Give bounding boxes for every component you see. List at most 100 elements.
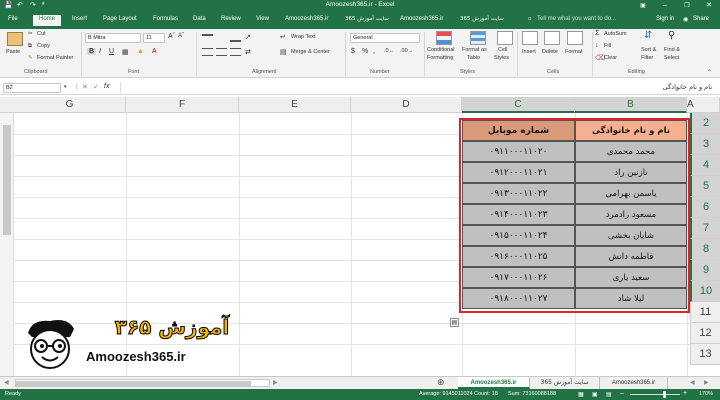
align-left-icon[interactable] <box>202 48 213 56</box>
format-as-label[interactable]: Format as <box>462 47 487 53</box>
formula-input[interactable]: نام و نام خانوادگی <box>120 82 718 93</box>
column-header-g[interactable]: G <box>14 97 126 113</box>
row-header-11[interactable]: 11 <box>690 302 720 323</box>
sort-filter-icon[interactable]: ⇵ <box>644 30 652 41</box>
tab-custom-2[interactable]: سایت آموزش 365 <box>345 16 389 22</box>
tab-custom-1[interactable]: Amoozesh365.ir <box>285 16 328 22</box>
sheet-tab[interactable]: سایت آموزش 365 <box>530 377 600 389</box>
sheet-nav-prev-icon[interactable]: ◀ <box>690 379 695 386</box>
fill-button[interactable]: Fill <box>604 43 611 49</box>
sign-in-link[interactable]: Sign in <box>656 16 674 22</box>
merge-icon[interactable]: ▤ <box>280 48 287 56</box>
tab-page-layout[interactable]: Page Layout <box>103 16 137 22</box>
styles-button-label[interactable]: Styles <box>494 55 509 61</box>
paste-icon[interactable] <box>7 32 23 46</box>
zoom-in-icon[interactable]: + <box>683 390 687 397</box>
function-icon[interactable]: fx <box>104 83 109 90</box>
confirm-entry-icon[interactable]: ✓ <box>93 83 99 91</box>
copy-icon[interactable]: ⧉ <box>28 43 32 50</box>
insert-button[interactable]: Insert <box>522 49 536 55</box>
worksheet-grid[interactable]: G F E D C B A 2 3 4 5 6 7 8 9 10 11 12 1… <box>0 97 720 376</box>
copy-button[interactable]: Copy <box>37 43 50 49</box>
sort-label[interactable]: Sort & <box>641 47 656 53</box>
delete-cells-icon[interactable] <box>544 31 560 45</box>
format-cells-icon[interactable] <box>567 31 583 45</box>
tab-file[interactable]: File <box>8 16 18 22</box>
cut-icon[interactable]: ✂ <box>28 31 33 37</box>
scroll-left-icon[interactable]: ◀ <box>4 379 9 386</box>
column-header-d[interactable]: D <box>351 97 462 113</box>
scroll-right-icon[interactable]: ▶ <box>273 379 278 386</box>
sheet-nav-next-icon[interactable]: ▶ <box>704 379 709 386</box>
comma-icon[interactable]: , <box>373 48 375 55</box>
column-header-a[interactable]: A <box>687 97 720 113</box>
row-header-6[interactable]: 6 <box>690 197 720 218</box>
decrease-font-icon[interactable]: Aˇ <box>178 33 184 39</box>
new-sheet-icon[interactable]: ⊕ <box>437 377 445 388</box>
normal-view-icon[interactable]: ▦ <box>578 391 584 398</box>
underline-icon[interactable]: U <box>109 48 114 55</box>
find-select-icon[interactable]: ⚲ <box>668 30 675 41</box>
page-layout-view-icon[interactable]: ▣ <box>592 391 598 398</box>
font-size-dropdown[interactable]: 11 <box>143 33 165 43</box>
italic-icon[interactable]: I <box>99 48 101 55</box>
orientation-icon[interactable]: ↗ <box>245 33 251 41</box>
fill-icon[interactable]: ↓ <box>595 42 599 49</box>
conditional-formatting-icon[interactable] <box>436 31 452 45</box>
row-header-13[interactable]: 13 <box>690 344 720 365</box>
format-button[interactable]: Format <box>565 49 582 55</box>
wrap-text-button[interactable]: Wrap Text <box>291 34 316 40</box>
cell-styles-icon[interactable] <box>497 31 513 45</box>
zoom-out-icon[interactable]: – <box>620 390 624 397</box>
percent-icon[interactable]: % <box>362 48 368 55</box>
delete-button[interactable]: Delete <box>542 49 558 55</box>
decrease-decimal-icon[interactable]: .00→ <box>400 48 413 54</box>
top-align-icon[interactable] <box>202 34 213 42</box>
row-header-8[interactable]: 8 <box>690 239 720 260</box>
close-button[interactable]: ✕ <box>698 0 720 12</box>
tab-custom-4[interactable]: سایت آموزش 365 <box>460 16 504 22</box>
format-painter-button[interactable]: Format Painter <box>37 55 73 61</box>
select-label[interactable]: Select <box>664 55 679 61</box>
name-box-dropdown-icon[interactable]: ▾ <box>64 84 67 90</box>
column-header-e[interactable]: E <box>239 97 351 113</box>
zoom-level[interactable]: 170% <box>699 391 713 397</box>
format-painter-icon[interactable]: ✎ <box>28 55 33 61</box>
row-header-7[interactable]: 7 <box>690 218 720 239</box>
name-box[interactable]: B2 <box>3 83 61 93</box>
scrollbar-thumb[interactable] <box>3 125 11 235</box>
find-label[interactable]: Find & <box>664 47 680 53</box>
column-header-c[interactable]: C <box>462 97 575 113</box>
row-header-4[interactable]: 4 <box>690 155 720 176</box>
format-as-table-icon[interactable] <box>470 31 486 45</box>
merge-center-button[interactable]: Merge & Center <box>291 49 330 55</box>
clear-button[interactable]: Clear <box>604 55 617 61</box>
align-right-icon[interactable] <box>230 48 241 56</box>
currency-icon[interactable]: $ <box>351 48 355 55</box>
tab-data[interactable]: Data <box>193 16 206 22</box>
number-format-dropdown[interactable]: General <box>350 33 420 43</box>
zoom-slider[interactable] <box>630 391 680 398</box>
tab-review[interactable]: Review <box>221 16 241 22</box>
page-break-view-icon[interactable]: ▤ <box>606 391 612 398</box>
autosum-icon[interactable]: Σ <box>595 30 599 37</box>
zoom-slider-thumb[interactable] <box>663 391 666 398</box>
increase-decimal-icon[interactable]: .0← <box>384 48 394 54</box>
filter-label[interactable]: Filter <box>641 55 653 61</box>
scrollbar-thumb[interactable] <box>16 381 251 386</box>
cancel-entry-icon[interactable]: ✕ <box>82 83 88 91</box>
sheet-tab-active[interactable]: Amoozesh365.ir <box>458 377 530 389</box>
vertical-scrollbar[interactable] <box>0 113 14 376</box>
font-color-icon[interactable]: A <box>152 48 157 55</box>
middle-align-icon[interactable] <box>216 34 227 42</box>
column-header-b[interactable]: B <box>575 97 687 113</box>
paste-label[interactable]: Paste <box>6 49 20 55</box>
row-header-2[interactable]: 2 <box>690 113 720 134</box>
column-header-f[interactable]: F <box>126 97 239 113</box>
cell-label[interactable]: Cell <box>498 47 507 53</box>
borders-icon[interactable]: ▦ <box>122 48 129 56</box>
share-button[interactable]: Share <box>693 16 709 22</box>
formatting-label[interactable]: Formatting <box>427 55 453 61</box>
row-header-3[interactable]: 3 <box>690 134 720 155</box>
tab-custom-3[interactable]: Amoozesh365.ir <box>400 16 443 22</box>
